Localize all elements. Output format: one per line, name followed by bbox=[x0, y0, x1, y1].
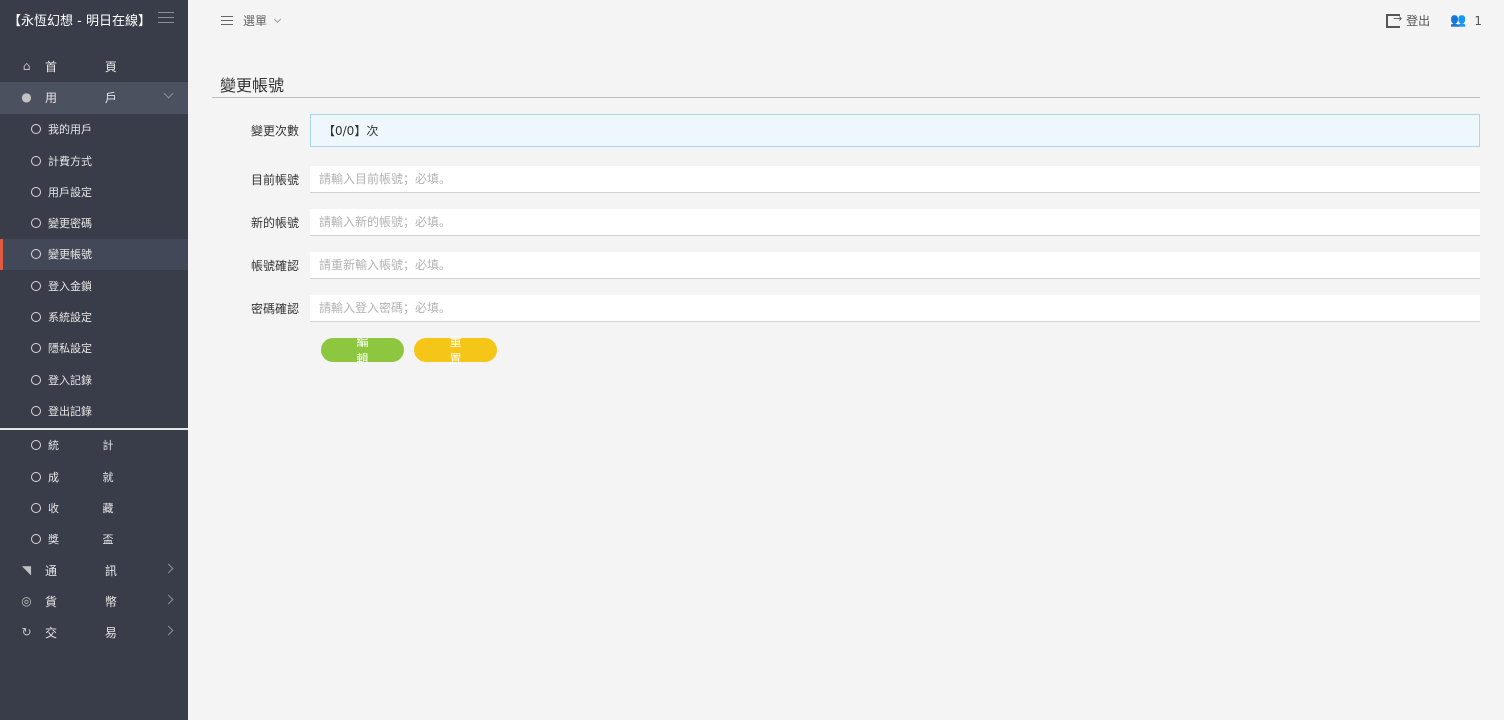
online-count: 1 bbox=[1474, 13, 1482, 28]
circle-icon bbox=[31, 186, 41, 197]
sidebar-item-change-password[interactable]: 變更密碼 bbox=[0, 207, 188, 238]
sidebar-item-trade[interactable]: ↻ 交 易 bbox=[0, 617, 188, 648]
sidebar-item-label: 首 頁 bbox=[45, 60, 139, 75]
confirm-account-row: 帳號確認 bbox=[212, 252, 1480, 279]
page-title: 變更帳號 bbox=[220, 76, 285, 95]
sidebar-item-label: 獎 盃 bbox=[48, 533, 134, 547]
title-divider bbox=[212, 97, 1480, 98]
sidebar-item-label: 通 訊 bbox=[45, 563, 139, 578]
confirm-account-input[interactable] bbox=[310, 252, 1480, 279]
sidebar-item-label: 用戶設定 bbox=[48, 185, 92, 199]
new-account-label: 新的帳號 bbox=[250, 216, 299, 230]
circle-icon bbox=[31, 312, 41, 323]
circle-icon bbox=[31, 405, 41, 416]
sidebar-item-communication[interactable]: ◥ 通 訊 bbox=[0, 555, 188, 586]
change-count-label: 變更次數 bbox=[250, 124, 299, 138]
sidebar-item-statistics[interactable]: 統 計 bbox=[0, 430, 188, 461]
logout-link[interactable]: 登出 bbox=[1406, 12, 1430, 29]
confirm-account-label: 帳號確認 bbox=[250, 259, 299, 273]
change-count-row: 變更次數 【0/0】次 bbox=[212, 114, 1480, 147]
sidebar-item-label: 登入金鎖 bbox=[48, 279, 92, 293]
exchange-icon: ↻ bbox=[21, 625, 32, 640]
sidebar-item-label: 計費方式 bbox=[48, 154, 92, 168]
sidebar-nav: ⌂ 首 頁 ● 用 戶 我的用戶 計費方式 用戶設定 變更密碼 變更帳號 登入金… bbox=[0, 51, 188, 649]
reset-button[interactable]: 重 置 bbox=[414, 335, 497, 366]
menu-dropdown[interactable]: 選單 bbox=[221, 12, 282, 29]
circle-icon bbox=[31, 343, 41, 354]
sidebar-item-user[interactable]: ● 用 戶 bbox=[0, 82, 188, 114]
sidebar-item-system-settings[interactable]: 系統設定 bbox=[0, 301, 188, 332]
sidebar-item-favorites[interactable]: 收 藏 bbox=[0, 492, 188, 523]
sidebar-item-label: 收 藏 bbox=[48, 501, 134, 515]
circle-icon bbox=[31, 440, 41, 451]
circle-icon bbox=[31, 249, 41, 260]
menu-label: 選單 bbox=[243, 14, 268, 28]
sidebar-item-label: 變更密碼 bbox=[48, 217, 92, 231]
top-right-actions: 登出 👥 1 bbox=[1386, 12, 1482, 29]
current-account-input[interactable] bbox=[310, 166, 1480, 193]
megaphone-icon: ◥ bbox=[21, 562, 32, 577]
sidebar-item-home[interactable]: ⌂ 首 頁 bbox=[0, 51, 188, 82]
chevron-right-icon bbox=[163, 563, 174, 574]
sidebar-item-label: 隱私設定 bbox=[48, 342, 92, 356]
sidebar-item-label: 變更帳號 bbox=[48, 248, 92, 262]
sidebar-item-user-settings[interactable]: 用戶設定 bbox=[0, 176, 188, 207]
circle-icon bbox=[31, 155, 41, 166]
password-confirm-label: 密碼確認 bbox=[250, 302, 299, 316]
sidebar-item-label: 我的用戶 bbox=[48, 123, 92, 137]
users-icon[interactable]: 👥 bbox=[1450, 13, 1466, 28]
circle-icon bbox=[31, 374, 41, 385]
sidebar-item-label: 登出記錄 bbox=[48, 404, 92, 418]
current-account-row: 目前帳號 bbox=[212, 166, 1480, 193]
change-count-value: 【0/0】次 bbox=[310, 114, 1480, 147]
sidebar-item-login-lock[interactable]: 登入金鎖 bbox=[0, 270, 188, 301]
circle-icon bbox=[31, 280, 41, 291]
chevron-right-icon bbox=[163, 625, 174, 636]
password-confirm-row: 密碼確認 bbox=[212, 295, 1480, 322]
user-icon: ● bbox=[21, 90, 32, 105]
sidebar-item-trophies[interactable]: 獎 盃 bbox=[0, 523, 188, 554]
currency-icon: ◎ bbox=[21, 594, 32, 609]
chevron-right-icon bbox=[163, 594, 174, 605]
sidebar-item-label: 統 計 bbox=[48, 439, 134, 453]
sidebar-item-achievements[interactable]: 成 就 bbox=[0, 461, 188, 492]
new-account-row: 新的帳號 bbox=[212, 209, 1480, 236]
circle-icon bbox=[31, 471, 41, 482]
sidebar: 【永恆幻想 - 明日在線】 ⌂ 首 頁 ● 用 戶 我的用戶 計費方式 用戶設定… bbox=[0, 0, 188, 720]
sidebar-item-label: 系統設定 bbox=[48, 311, 92, 325]
sidebar-item-label: 用 戶 bbox=[45, 91, 139, 106]
circle-icon bbox=[31, 502, 41, 513]
current-account-label: 目前帳號 bbox=[250, 173, 299, 187]
menu-icon bbox=[221, 15, 233, 26]
sidebar-item-privacy-settings[interactable]: 隱私設定 bbox=[0, 333, 188, 364]
logout-icon[interactable] bbox=[1386, 12, 1402, 28]
circle-icon bbox=[31, 124, 41, 135]
password-confirm-input[interactable] bbox=[310, 295, 1480, 322]
home-icon: ⌂ bbox=[22, 59, 31, 74]
brand: 【永恆幻想 - 明日在線】 bbox=[0, 0, 188, 38]
sidebar-item-label: 成 就 bbox=[48, 470, 134, 484]
sidebar-item-currency[interactable]: ◎ 貨 幣 bbox=[0, 586, 188, 617]
new-account-input[interactable] bbox=[310, 209, 1480, 236]
circle-icon bbox=[31, 534, 41, 545]
sidebar-toggle-icon[interactable] bbox=[158, 12, 174, 24]
sidebar-item-change-account[interactable]: 變更帳號 bbox=[0, 238, 188, 271]
sidebar-item-my-users[interactable]: 我的用戶 bbox=[0, 114, 188, 145]
sidebar-item-logout-records[interactable]: 登出記錄 bbox=[0, 395, 188, 426]
sidebar-item-billing[interactable]: 計費方式 bbox=[0, 145, 188, 176]
circle-icon bbox=[31, 218, 41, 229]
edit-button[interactable]: 編 輯 bbox=[321, 335, 404, 366]
sidebar-item-label: 貨 幣 bbox=[45, 595, 139, 610]
chevron-down-icon bbox=[273, 15, 282, 23]
top-bar: 選單 登出 👥 1 bbox=[188, 0, 1504, 38]
sidebar-item-login-records[interactable]: 登入記錄 bbox=[0, 364, 188, 395]
chevron-down-icon bbox=[163, 88, 174, 99]
sidebar-item-label: 登入記錄 bbox=[48, 373, 92, 387]
sidebar-item-label: 交 易 bbox=[45, 626, 139, 641]
brand-title: 【永恆幻想 - 明日在線】 bbox=[8, 13, 151, 29]
